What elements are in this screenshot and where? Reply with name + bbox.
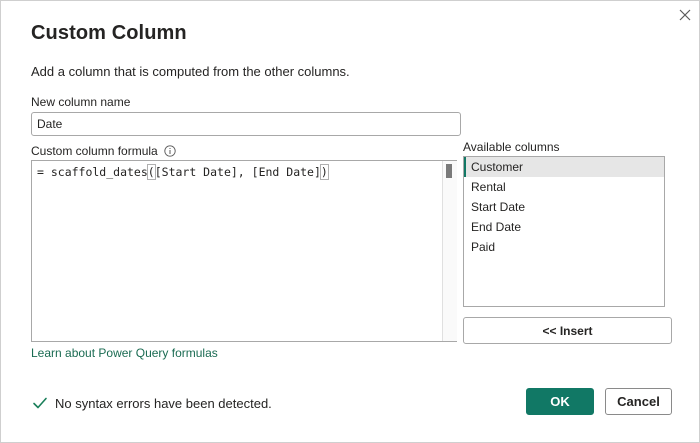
check-icon: [32, 395, 48, 411]
formula-text[interactable]: = scaffold_dates([Start Date], [End Date…: [37, 164, 329, 180]
formula-close-paren: ): [319, 164, 329, 180]
available-column-item[interactable]: Rental: [464, 177, 664, 197]
formula-scrollbar-thumb[interactable]: [446, 164, 452, 178]
close-icon: [679, 9, 691, 21]
available-column-item[interactable]: Paid: [464, 237, 664, 257]
dialog-title: Custom Column: [31, 22, 187, 44]
formula-function: = scaffold_dates: [37, 165, 148, 179]
ok-button[interactable]: OK: [526, 388, 594, 415]
available-column-item[interactable]: Customer: [464, 157, 664, 177]
formula-open-paren: (: [146, 164, 156, 180]
formula-scrollbar[interactable]: [442, 161, 457, 341]
formula-editor[interactable]: = scaffold_dates([Start Date], [End Date…: [31, 160, 457, 342]
close-button[interactable]: [675, 5, 695, 25]
available-columns-label: Available columns: [463, 140, 560, 154]
insert-button[interactable]: << Insert: [463, 317, 672, 344]
syntax-status-message: No syntax errors have been detected.: [55, 395, 272, 411]
column-name-input[interactable]: [31, 112, 461, 136]
learn-formulas-link[interactable]: Learn about Power Query formulas: [31, 346, 218, 360]
syntax-status: No syntax errors have been detected.: [32, 395, 272, 411]
column-name-label: New column name: [31, 95, 131, 109]
info-icon[interactable]: [164, 145, 176, 157]
cancel-button[interactable]: Cancel: [605, 388, 672, 415]
available-column-item[interactable]: End Date: [464, 217, 664, 237]
custom-column-dialog: Custom Column Add a column that is compu…: [0, 0, 700, 443]
dialog-subtitle: Add a column that is computed from the o…: [31, 64, 350, 79]
formula-label: Custom column formula: [31, 144, 158, 158]
available-column-item[interactable]: Start Date: [464, 197, 664, 217]
formula-args: [Start Date], [End Date]: [154, 165, 321, 179]
available-columns-list[interactable]: Customer Rental Start Date End Date Paid: [463, 156, 665, 307]
formula-label-row: Custom column formula: [31, 144, 176, 158]
